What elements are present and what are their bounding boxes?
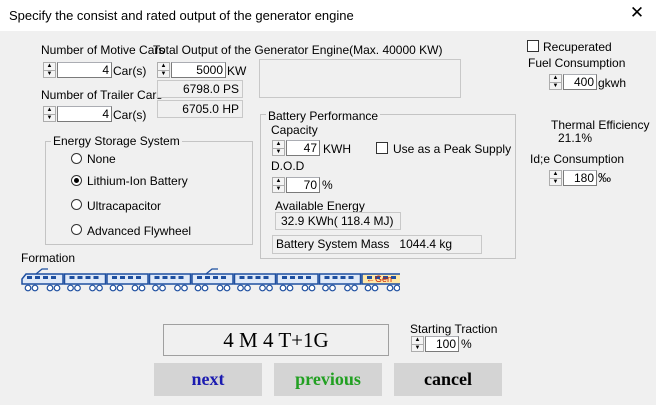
trailer-car <box>233 273 277 292</box>
available-energy-label: Available Energy <box>275 199 365 213</box>
traction-input[interactable]: 100 <box>425 336 459 352</box>
spin-down-icon[interactable]: ▼ <box>44 114 55 121</box>
gen-label: ←Gen <box>366 274 392 284</box>
output-hp-field: 6705.0 HP <box>157 100 243 118</box>
radio-none[interactable] <box>71 153 82 164</box>
capacity-label: Capacity <box>271 123 318 137</box>
trailer-cars-label: Number of Trailer Cars <box>41 88 163 102</box>
traction-spinner[interactable]: ▲ ▼ <box>411 336 424 352</box>
generator-car: ←Gen <box>361 273 400 292</box>
spin-down-icon[interactable]: ▼ <box>158 70 169 77</box>
spin-up-icon[interactable]: ▲ <box>44 63 55 70</box>
radio-none-label[interactable]: None <box>87 152 116 166</box>
spin-down-icon[interactable]: ▼ <box>44 70 55 77</box>
total-output-unit: KW <box>227 64 247 78</box>
available-energy-field: 32.9 KWh( 118.4 MJ) <box>275 212 401 230</box>
total-output-input[interactable]: 5000 <box>171 62 226 78</box>
motive-car <box>148 273 192 292</box>
total-output-spinner[interactable]: ▲ ▼ <box>157 62 170 78</box>
motive-car <box>318 273 362 292</box>
spin-up-icon[interactable]: ▲ <box>412 337 423 344</box>
dod-unit: % <box>322 178 333 192</box>
motive-cars-unit: Car(s) <box>113 64 147 78</box>
battery-performance-title: Battery Performance <box>266 109 381 123</box>
motive-car <box>21 268 64 292</box>
capacity-spinner[interactable]: ▲ ▼ <box>272 140 285 156</box>
dialog-body: Number of Motive Cars ▲ ▼ 4 Car(s) Number… <box>0 31 656 405</box>
battery-mass-label: Battery System Mass <box>276 237 390 251</box>
idle-unit: ‰ <box>598 170 611 185</box>
radio-ultracapacitor[interactable] <box>71 199 82 210</box>
trailer-car <box>106 273 149 292</box>
capacity-input[interactable]: 47 <box>286 140 320 156</box>
radio-flywheel-label[interactable]: Advanced Flywheel <box>87 224 191 238</box>
spin-up-icon[interactable]: ▲ <box>273 178 284 185</box>
output-ps-field: 6798.0 PS <box>157 80 243 98</box>
capacity-unit: KWH <box>323 142 351 156</box>
fuel-unit: gkwh <box>598 76 627 90</box>
idle-consumption-label: Id;e Consumption <box>530 152 625 166</box>
trailer-cars-unit: Car(s) <box>113 108 147 122</box>
motive-cars-label: Number of Motive Cars <box>41 43 165 57</box>
dod-label: D.O.D <box>271 159 305 173</box>
spin-down-icon[interactable]: ▼ <box>412 344 423 351</box>
formation-label: Formation <box>21 251 76 265</box>
spin-up-icon[interactable]: ▲ <box>44 107 55 114</box>
total-output-label: Total Output of the Generator Engine(Max… <box>153 43 443 57</box>
dod-input[interactable]: 70 <box>286 177 320 193</box>
thermal-efficiency-value: 21.1% <box>558 131 593 145</box>
trailer-cars-spinner[interactable]: ▲ ▼ <box>43 106 56 122</box>
close-icon: ✕ <box>629 3 645 22</box>
radio-flywheel[interactable] <box>71 224 82 235</box>
radio-lithium-ion-label[interactable]: Lithium-Ion Battery <box>87 174 188 188</box>
motive-car <box>191 268 234 292</box>
radio-ultracapacitor-label[interactable]: Ultracapacitor <box>87 199 161 213</box>
battery-mass-field: Battery System Mass 1044.4 kg <box>272 235 482 254</box>
peak-supply-checkbox[interactable] <box>376 142 388 154</box>
fuel-spinner[interactable]: ▲ ▼ <box>549 74 562 90</box>
trailer-car <box>63 273 107 292</box>
dialog-window: Specify the consist and rated output of … <box>0 0 656 405</box>
spin-up-icon[interactable]: ▲ <box>273 141 284 148</box>
spin-down-icon[interactable]: ▼ <box>550 178 561 185</box>
idle-input[interactable]: 180 <box>563 170 597 186</box>
cancel-button[interactable]: cancel <box>394 363 502 396</box>
fuel-consumption-label: Fuel Consumption <box>528 56 626 70</box>
spin-up-icon[interactable]: ▲ <box>158 63 169 70</box>
close-button[interactable]: ✕ <box>618 0 656 28</box>
trailer-car <box>276 273 319 292</box>
dod-spinner[interactable]: ▲ ▼ <box>272 177 285 193</box>
recuperated-label: Recuperated <box>543 40 612 54</box>
formation-summary: 4 M 4 T+1G <box>163 324 389 356</box>
thermal-efficiency-label: Thermal Efficiency <box>551 118 650 132</box>
trailer-cars-input[interactable]: 4 <box>57 106 112 122</box>
title-bar: Specify the consist and rated output of … <box>0 0 656 31</box>
spin-down-icon[interactable]: ▼ <box>273 185 284 192</box>
battery-mass-value: 1044.4 kg <box>399 237 453 251</box>
fuel-input[interactable]: 400 <box>563 74 597 90</box>
window-title: Specify the consist and rated output of … <box>9 8 354 23</box>
peak-supply-label: Use as a Peak Supply <box>393 142 512 156</box>
energy-storage-title: Energy Storage System <box>51 134 182 148</box>
spin-down-icon[interactable]: ▼ <box>550 82 561 89</box>
motive-cars-spinner[interactable]: ▲ ▼ <box>43 62 56 78</box>
traction-unit: % <box>461 337 472 351</box>
spin-up-icon[interactable]: ▲ <box>550 75 561 82</box>
spin-down-icon[interactable]: ▼ <box>273 148 284 155</box>
spin-up-icon[interactable]: ▲ <box>550 171 561 178</box>
next-button[interactable]: next <box>154 363 262 396</box>
idle-spinner[interactable]: ▲ ▼ <box>549 170 562 186</box>
recuperated-checkbox[interactable] <box>527 40 539 52</box>
radio-lithium-ion[interactable] <box>71 175 82 186</box>
previous-button[interactable]: previous <box>274 363 382 396</box>
starting-traction-label: Starting Traction <box>410 322 498 336</box>
info-panel <box>259 59 461 98</box>
motive-cars-input[interactable]: 4 <box>57 62 112 78</box>
formation-diagram: ←Gen <box>21 268 400 292</box>
